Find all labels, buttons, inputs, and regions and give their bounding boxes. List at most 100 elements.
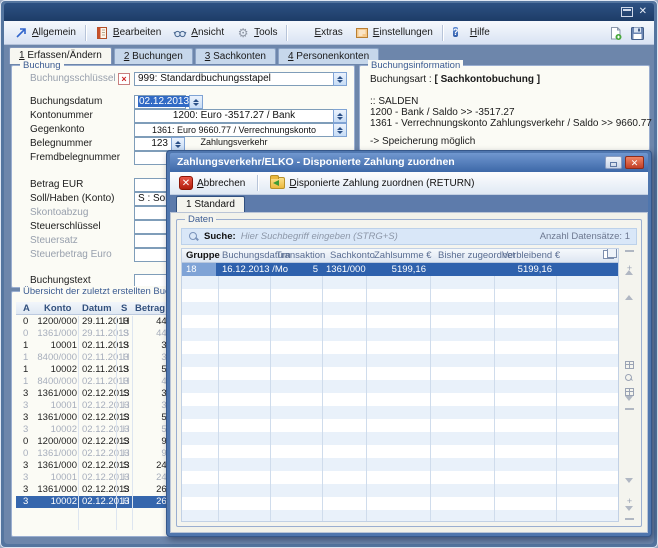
folder-assign-icon: [270, 177, 285, 189]
cell: 10001: [27, 400, 77, 412]
uebersicht-row[interactable]: 01361/00002.12.2013H94: [16, 448, 173, 460]
gegenkonto-select[interactable]: 1361: Euro 9660.77 / Verrechnungskonto Z…: [134, 123, 334, 137]
zahlung-row[interactable]: 1816.12.2013 /Mo51361/0005199,165199,16: [182, 263, 618, 276]
belegnummer-input[interactable]: 123: [134, 137, 172, 151]
clear-icon[interactable]: ×: [118, 73, 130, 85]
menu-tools[interactable]: ⚙ Tools: [230, 24, 283, 42]
menu-allgemein[interactable]: Allgemein: [8, 24, 82, 42]
column-divider: [270, 263, 271, 521]
menu-extras[interactable]: Extras: [290, 24, 348, 42]
column-chooser-icon[interactable]: [603, 250, 614, 259]
soll-haben-label: Soll/Haben (Konto): [30, 193, 115, 204]
grid-nav-strip: + +: [621, 248, 638, 522]
uebersicht-row[interactable]: 31361/00002.12.2013S39: [16, 388, 173, 400]
kontonummer-select[interactable]: 1200: Euro -3517.27 / Bank: [134, 109, 334, 123]
chevron-updown-icon[interactable]: [333, 123, 347, 137]
menu-einstellungen[interactable]: Einstellungen: [349, 24, 439, 42]
dialog-title: Zahlungsverkehr/ELKO - Disponierte Zahlu…: [177, 156, 455, 168]
save-icon[interactable]: [630, 26, 644, 40]
col-datum[interactable]: Datum: [82, 303, 112, 314]
chevron-updown-icon[interactable]: [333, 109, 347, 123]
cell: S: [120, 460, 132, 472]
uebersicht-row[interactable]: 01200/00029.11.2013H446: [16, 316, 173, 328]
spinner-icon[interactable]: [171, 137, 185, 151]
cell: 10002: [27, 424, 77, 436]
dialog-toolbar: ✕ Abbrechen Disponierte Zahlung zuordnen…: [170, 172, 648, 195]
cell: 10002: [27, 364, 77, 376]
jump-first-icon[interactable]: [625, 250, 634, 259]
close-icon[interactable]: ✕: [625, 156, 644, 169]
search-placeholder: Hier Suchbegriff eingeben (STRG+S): [241, 231, 398, 242]
search-bar[interactable]: Suche: Hier Suchbegriff eingeben (STRG+S…: [181, 228, 637, 245]
uebersicht-table-body: 01200/00029.11.2013H44601361/00029.11.20…: [16, 316, 173, 530]
step-up-icon[interactable]: [625, 278, 634, 287]
close-icon[interactable]: ✕: [639, 6, 647, 18]
col-s[interactable]: S: [121, 303, 127, 314]
uebersicht-row[interactable]: 31000102.12.2013H249: [16, 472, 173, 484]
main-tab-strip: 1 Erfassen/Ändern 2 Buchungen 3 Sachkont…: [9, 47, 381, 64]
col-zahlsumme[interactable]: Zahlsumme €: [374, 250, 432, 261]
column-divider: [116, 316, 117, 530]
maximize-icon[interactable]: [621, 7, 633, 17]
cell: H: [120, 448, 132, 460]
uebersicht-row[interactable]: 31361/00002.12.2013S249: [16, 460, 173, 472]
uebersicht-row[interactable]: 31000102.12.2013H39: [16, 400, 173, 412]
uebersicht-row[interactable]: 18400/00002.11.2013H45: [16, 376, 173, 388]
buchungsinformation-panel: Buchungsinformation Buchungsart : [ Sach…: [359, 65, 650, 151]
cell: 1361/000: [27, 412, 77, 424]
tab-buchungen[interactable]: 2 Buchungen: [114, 48, 193, 64]
col-a[interactable]: A: [23, 303, 30, 314]
menu-hilfe[interactable]: ? Hilfe: [446, 24, 496, 42]
cell: S: [120, 388, 132, 400]
chevron-updown-icon[interactable]: [333, 72, 347, 86]
col-konto[interactable]: Konto: [44, 303, 71, 314]
menu-ansicht[interactable]: Ansicht: [167, 24, 230, 42]
uebersicht-row[interactable]: 01361/00029.11.2013S446: [16, 328, 173, 340]
cell: 1361/000: [27, 460, 77, 472]
uebersicht-row[interactable]: 31000202.12.2013H269: [16, 496, 173, 508]
gegenkonto-label: Gegenkonto: [30, 124, 85, 135]
uebersicht-row[interactable]: 11000102.11.2013S39: [16, 340, 173, 352]
uebersicht-row[interactable]: 18400/00002.11.2013H33: [16, 352, 173, 364]
zoom-row-icon[interactable]: [625, 374, 634, 383]
jump-last-icon[interactable]: [625, 511, 634, 520]
main-titlebar[interactable]: 6 /Standardbuchungsstapel Zeitraum: 01.2…: [4, 3, 654, 21]
search-label: Suche:: [204, 231, 236, 242]
speicherung-line: -> Speicherung möglich: [370, 136, 475, 147]
zahlung-zuordnen-button[interactable]: Disponierte Zahlung zuordnen (RETURN): [266, 175, 478, 191]
range-select-icon[interactable]: [625, 401, 634, 410]
col-transaktion[interactable]: Transaktion: [276, 250, 325, 261]
uebersicht-row[interactable]: 31000202.12.2013H54: [16, 424, 173, 436]
restore-icon[interactable]: [605, 156, 622, 169]
tab-sachkonten[interactable]: 3 Sachkonten: [195, 48, 276, 64]
uebersicht-row[interactable]: 11000202.11.2013S54: [16, 364, 173, 376]
col-gruppe[interactable]: Gruppe: [186, 250, 220, 261]
block-select-icon[interactable]: [625, 388, 634, 396]
tab-personenkonten[interactable]: 4 Personenkonten: [278, 48, 379, 64]
zahlung-zuordnen-dialog: Zahlungsverkehr/ELKO - Disponierte Zahlu…: [166, 150, 652, 537]
buchungsschluessel-select[interactable]: 999: Standardbuchungsstapel: [134, 72, 334, 86]
menu-bearbeiten[interactable]: Bearbeiten: [89, 24, 167, 42]
uebersicht-row[interactable]: 01200/00002.12.2013S94: [16, 436, 173, 448]
dialog-tab-standard[interactable]: 1 Standard: [176, 196, 245, 212]
belegnummer-label: Belegnummer: [30, 138, 92, 149]
col-sachkonto[interactable]: Sachkonto: [330, 250, 375, 261]
grid-view-icon[interactable]: [625, 361, 634, 369]
abbrechen-button[interactable]: ✕ Abbrechen: [175, 174, 249, 192]
uebersicht-row[interactable]: 31361/00002.12.2013S54: [16, 412, 173, 424]
column-divider: [494, 263, 495, 521]
step-down-icon[interactable]: [625, 483, 634, 492]
new-document-icon[interactable]: [608, 26, 622, 40]
cell: 5: [274, 263, 318, 276]
col-verbleibend[interactable]: Verbleibend €: [502, 250, 560, 261]
buchungsdatum-input[interactable]: 02.12.2013: [134, 95, 186, 109]
spinner-icon[interactable]: [189, 95, 203, 109]
column-divider: [78, 316, 79, 530]
cell: H: [120, 316, 132, 328]
skontoabzug-label: Skontoabzug: [30, 207, 88, 218]
menu-bar: Allgemein Bearbeiten Ansicht ⚙ Tools: [4, 21, 654, 45]
cell: 18: [182, 263, 216, 276]
dialog-titlebar[interactable]: Zahlungsverkehr/ELKO - Disponierte Zahlu…: [170, 153, 648, 172]
daten-legend: Daten: [185, 214, 216, 225]
uebersicht-row[interactable]: 31361/00002.12.2013S269: [16, 484, 173, 496]
